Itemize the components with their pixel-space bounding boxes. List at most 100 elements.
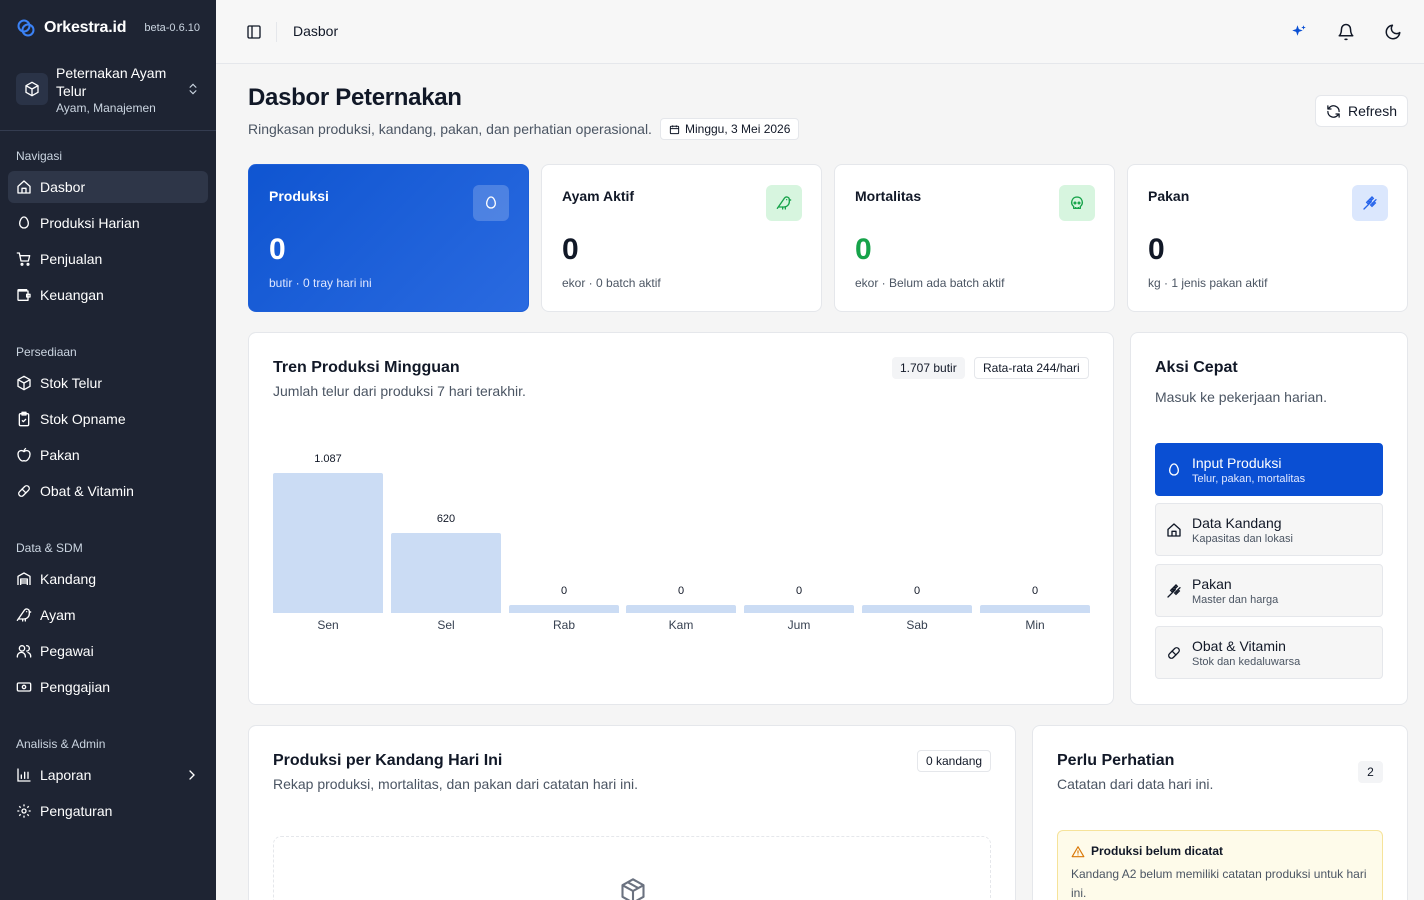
brand-name: Orkestra.id bbox=[44, 19, 127, 36]
sidebar-item-stok-telur[interactable]: Stok Telur bbox=[8, 367, 208, 399]
page-title: Dasbor Peternakan bbox=[248, 84, 462, 111]
per-kandang-subtitle: Rekap produksi, mortalitas, dan pakan da… bbox=[273, 776, 638, 792]
stat-icon-box bbox=[1352, 185, 1388, 221]
calendar-icon bbox=[669, 124, 680, 134]
moon-icon[interactable] bbox=[1384, 23, 1402, 41]
sidebar-item-label: Pegawai bbox=[40, 643, 94, 659]
package-icon bbox=[621, 878, 645, 900]
users-icon bbox=[16, 645, 32, 658]
sidebar-item-dasbor[interactable]: Dasbor bbox=[8, 171, 208, 203]
quick-subtitle: Masuk ke pekerjaan harian. bbox=[1155, 389, 1327, 405]
sidebar-item-stok-opname[interactable]: Stok Opname bbox=[8, 403, 208, 435]
nav-group-label: Navigasi bbox=[16, 149, 63, 163]
chart-category-label: Min bbox=[1025, 618, 1045, 632]
egg-icon bbox=[485, 196, 497, 209]
sidebar: Orkestra.id beta-0.6.10 Peternakan Ayam … bbox=[0, 0, 216, 900]
chart-category-label: Sen bbox=[317, 618, 339, 632]
chart-bar bbox=[626, 605, 736, 613]
chart-category-label: Kam bbox=[668, 618, 694, 632]
chart-bar bbox=[273, 473, 383, 613]
sidebar-item-label: Pakan bbox=[40, 447, 80, 463]
quick-action-input-produksi[interactable]: Input Produksi Telur, pakan, mortalitas bbox=[1155, 443, 1383, 496]
sidebar-item-label: Kandang bbox=[40, 571, 97, 587]
header-divider bbox=[276, 22, 277, 42]
stat-subtext: ekor · 0 batch aktif bbox=[562, 276, 661, 290]
stat-label: Produksi bbox=[269, 188, 329, 204]
chart-data-label: 0 bbox=[560, 585, 568, 597]
quick-action-subtitle: Stok dan kedaluwarsa bbox=[1192, 655, 1301, 668]
chart-bar bbox=[980, 605, 1090, 613]
egg-icon bbox=[18, 216, 30, 229]
attention-title: Perlu Perhatian bbox=[1057, 752, 1175, 769]
sidebar-item-obat-vitamin[interactable]: Obat & Vitamin bbox=[8, 475, 208, 507]
stat-value: 0 bbox=[269, 233, 286, 266]
date-badge: Minggu, 3 Mei 2026 bbox=[660, 118, 800, 140]
nav-group-label: Analisis & Admin bbox=[16, 737, 106, 751]
chart-category-label: Jum bbox=[787, 618, 811, 632]
sidebar-item-pakan[interactable]: Pakan bbox=[8, 439, 208, 471]
egg-icon bbox=[1168, 462, 1180, 476]
sparkles-icon[interactable] bbox=[1290, 23, 1308, 41]
warehouse-icon bbox=[17, 572, 31, 585]
chevrons-up-down-icon bbox=[189, 83, 197, 95]
kandang-count-badge: 0 kandang bbox=[917, 750, 992, 772]
org-meta: Ayam, Manajemen bbox=[56, 100, 156, 115]
wallet-icon bbox=[17, 289, 31, 301]
chart-bar bbox=[509, 605, 619, 613]
chart-data-label: 0 bbox=[1031, 585, 1039, 597]
quick-title: Aksi Cepat bbox=[1155, 359, 1238, 376]
date-label: Minggu, 3 Mei 2026 bbox=[685, 122, 791, 136]
stat-subtext: ekor · Belum ada batch aktif bbox=[855, 276, 1005, 290]
brand[interactable]: Orkestra.id beta-0.6.10 bbox=[16, 16, 200, 40]
quick-action-data-kandang[interactable]: Data Kandang Kapasitas dan lokasi bbox=[1155, 503, 1383, 556]
sidebar-toggle-icon[interactable] bbox=[246, 24, 262, 40]
sidebar-item-keuangan[interactable]: Keuangan bbox=[8, 279, 208, 311]
sidebar-item-pengaturan[interactable]: Pengaturan bbox=[8, 795, 208, 827]
refresh-icon bbox=[1327, 104, 1340, 118]
refresh-button[interactable]: Refresh bbox=[1315, 95, 1408, 127]
stat-icon-box bbox=[473, 185, 509, 221]
per-kandang-title: Produksi per Kandang Hari Ini bbox=[273, 752, 503, 769]
quick-action-subtitle: Master dan harga bbox=[1192, 593, 1279, 606]
nav-group-label: Persediaan bbox=[16, 345, 77, 359]
alert-item[interactable]: Produksi belum dicatat Kandang A2 belum … bbox=[1057, 830, 1383, 900]
sidebar-item-penjualan[interactable]: Penjualan bbox=[8, 243, 208, 275]
nav-group-analisis-admin: Analisis & Admin Laporan Pengaturan bbox=[0, 736, 216, 831]
nav-group-data-sdm: Data & SDM Kandang Ayam Pegawai Penggaji… bbox=[0, 540, 216, 707]
bell-icon[interactable] bbox=[1337, 23, 1355, 41]
org-name: Peternakan Ayam Telur bbox=[56, 64, 167, 99]
trend-average-badge: Rata-rata 244/hari bbox=[974, 357, 1089, 379]
sidebar-item-label: Stok Telur bbox=[40, 375, 102, 391]
quick-action-title: Input Produksi bbox=[1192, 454, 1282, 471]
sidebar-item-pegawai[interactable]: Pegawai bbox=[8, 635, 208, 667]
sidebar-item-produksi-harian[interactable]: Produksi Harian bbox=[8, 207, 208, 239]
stat-label: Pakan bbox=[1148, 188, 1190, 204]
sidebar-item-laporan[interactable]: Laporan bbox=[8, 759, 208, 791]
org-switcher[interactable]: Peternakan Ayam Telur Ayam, Manajemen bbox=[16, 62, 200, 116]
sidebar-item-label: Stok Opname bbox=[40, 411, 126, 427]
stat-subtext: butir · 0 tray hari ini bbox=[269, 276, 372, 290]
alert-title: Produksi belum dicatat bbox=[1091, 844, 1224, 858]
chart-data-label: 0 bbox=[677, 585, 685, 597]
stat-value: 0 bbox=[562, 233, 579, 266]
sidebar-item-ayam[interactable]: Ayam bbox=[8, 599, 208, 631]
top-bar: Dasbor bbox=[216, 0, 1424, 64]
sidebar-item-label: Pengaturan bbox=[40, 803, 113, 819]
sidebar-item-label: Ayam bbox=[40, 607, 76, 623]
wheat-icon bbox=[1167, 583, 1181, 598]
quick-action-pakan[interactable]: Pakan Master dan harga bbox=[1155, 564, 1383, 617]
alert-body: Kandang A2 belum memiliki catatan produk… bbox=[1071, 867, 1367, 900]
stat-card-mortalitas: Mortalitas 0 ekor · Belum ada batch akti… bbox=[834, 164, 1115, 312]
quick-action-obat-vitamin[interactable]: Obat & Vitamin Stok dan kedaluwarsa bbox=[1155, 626, 1383, 679]
breadcrumb: Dasbor bbox=[293, 23, 339, 39]
chart-bar bbox=[391, 533, 501, 613]
sidebar-divider bbox=[0, 130, 216, 131]
quick-action-title: Pakan bbox=[1192, 575, 1232, 592]
quick-action-title: Obat & Vitamin bbox=[1192, 637, 1286, 654]
attention-subtitle: Catatan dari data hari ini. bbox=[1057, 776, 1214, 792]
quick-action-subtitle: Telur, pakan, mortalitas bbox=[1192, 472, 1306, 485]
banknote-icon bbox=[16, 682, 32, 692]
sidebar-item-penggajian[interactable]: Penggajian bbox=[8, 671, 208, 703]
sidebar-item-kandang[interactable]: Kandang bbox=[8, 563, 208, 595]
quick-action-subtitle: Kapasitas dan lokasi bbox=[1192, 532, 1293, 545]
